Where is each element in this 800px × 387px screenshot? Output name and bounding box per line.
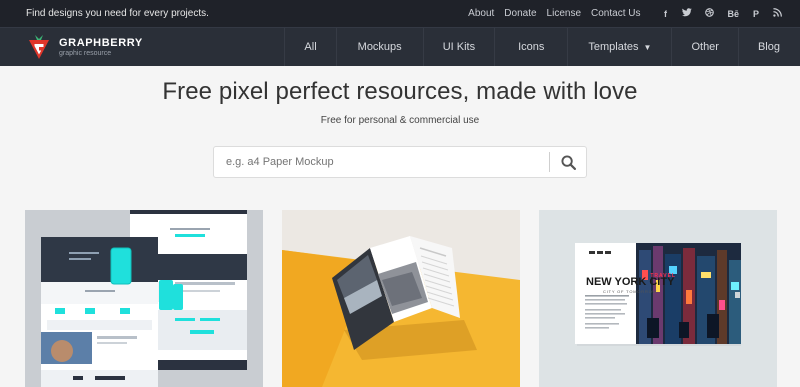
hero-title: Free pixel perfect resources, made with … [162,78,638,105]
main-navbar: GRAPHBERRY graphic resource All Mockups … [0,27,800,66]
brand-name: GRAPHBERRY [59,37,143,49]
dribbble-icon[interactable] [705,8,715,19]
nav-item-mockups[interactable]: Mockups [335,28,423,66]
social-links: f Bē P [648,8,782,19]
nav-item-templates[interactable]: Templates ▼ [567,28,671,66]
brochure-mockup-thumbnail [282,210,520,387]
strawberry-logo-icon [27,34,51,60]
flyer-tagline: CITY OF TOMORROW [603,289,658,294]
resource-card-nyc-flyer[interactable]: TRAVEL NEW YORK CITY CITY OF TOMORROW [539,210,777,387]
flyer-headline: NEW YORK CITY [586,276,675,288]
about-link[interactable]: About [468,8,494,19]
nav-item-ui-kits[interactable]: UI Kits [422,28,494,66]
behance-icon[interactable]: Bē [727,9,739,19]
contact-us-link[interactable]: Contact Us [591,8,640,19]
search-bar [213,146,587,178]
resource-card-trifold-brochure[interactable] [282,210,520,387]
caret-down-icon: ▼ [643,42,652,52]
pinterest-icon[interactable]: P [752,9,760,19]
license-link[interactable]: License [547,8,581,19]
search-input[interactable] [214,147,549,177]
website-mockup-thumbnail [25,210,263,387]
hero-subtitle: Free for personal & commercial use [320,115,480,126]
resource-card-website-mockup[interactable] [25,210,263,387]
resource-grid: TRAVEL NEW YORK CITY CITY OF TOMORROW [25,210,777,387]
top-links: About Donate License Contact Us f Bē P [458,8,782,19]
top-bar: Find designs you need for every projects… [0,0,800,27]
twitter-icon[interactable] [682,8,693,19]
nyc-flyer-thumbnail [539,210,777,387]
search-button[interactable] [550,147,586,177]
search-icon [560,154,576,170]
tagline: Find designs you need for every projects… [26,8,209,19]
nav-item-all[interactable]: All [284,28,335,66]
hero-section: Free pixel perfect resources, made with … [0,78,800,178]
brand-logo[interactable]: GRAPHBERRY graphic resource [0,28,143,66]
brand-subtitle: graphic resource [59,50,112,57]
main-menu: All Mockups UI Kits Icons Templates ▼ Oth… [284,28,800,66]
nav-item-other[interactable]: Other [671,28,738,66]
nav-item-icons[interactable]: Icons [494,28,567,66]
donate-link[interactable]: Donate [504,8,536,19]
rss-icon[interactable] [773,8,782,19]
nav-item-blog[interactable]: Blog [737,28,800,66]
facebook-icon[interactable]: f [661,9,669,19]
